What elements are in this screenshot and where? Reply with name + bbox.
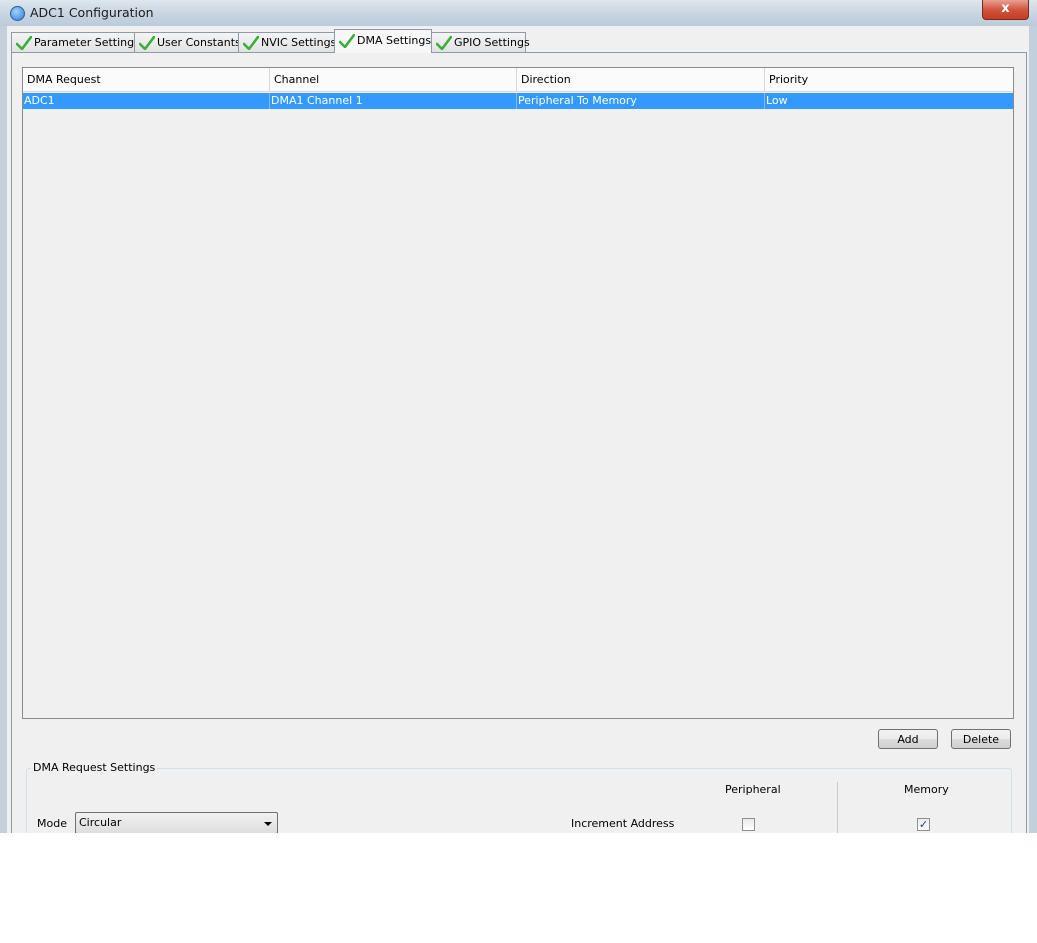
check-icon xyxy=(436,36,452,50)
window-title: ADC1 Configuration xyxy=(30,5,154,20)
tab-label: NVIC Settings xyxy=(261,36,337,49)
peripheral-increment-checkbox[interactable] xyxy=(742,818,755,831)
close-button[interactable]: x xyxy=(982,0,1029,20)
increment-address-label: Increment Address xyxy=(571,817,675,830)
tab-label: User Constants xyxy=(157,36,241,49)
add-button[interactable]: Add xyxy=(878,729,938,749)
mode-select[interactable]: Circular xyxy=(75,812,278,833)
tab-parameter-settings[interactable]: Parameter Settings xyxy=(11,32,140,52)
tab-label: GPIO Settings xyxy=(454,36,530,49)
peripheral-column-label: Peripheral xyxy=(725,783,781,796)
table-row[interactable]: ADC1 DMA1 Channel 1 Peripheral To Memory… xyxy=(23,93,1013,109)
app-icon xyxy=(10,6,25,21)
cell-channel: DMA1 Channel 1 xyxy=(270,93,517,109)
dma-request-table[interactable]: DMA Request Channel Direction Priority A… xyxy=(22,67,1014,719)
check-icon xyxy=(16,36,32,50)
table-header: DMA Request Channel Direction Priority xyxy=(23,68,1013,92)
tab-dma-settings[interactable]: DMA Settings xyxy=(334,29,432,53)
tab-nvic-settings[interactable]: NVIC Settings xyxy=(238,32,337,52)
tab-label: Parameter Settings xyxy=(34,36,140,49)
column-header-priority[interactable]: Priority xyxy=(765,68,1013,91)
window-frame-right xyxy=(1029,26,1037,833)
check-icon xyxy=(139,36,155,50)
column-header-direction[interactable]: Direction xyxy=(517,68,765,91)
cell-priority: Low xyxy=(766,94,788,107)
tab-user-constants[interactable]: User Constants xyxy=(134,32,241,52)
dma-request-settings-group: DMA Request Settings Peripheral Memory M… xyxy=(26,761,1012,833)
memory-column-label: Memory xyxy=(904,783,949,796)
group-title: DMA Request Settings xyxy=(31,761,158,774)
column-divider xyxy=(837,782,838,833)
dma-settings-panel: DMA Request Channel Direction Priority A… xyxy=(11,52,1027,833)
check-icon xyxy=(339,34,355,48)
memory-increment-checkbox[interactable]: ✓ xyxy=(917,818,930,831)
cell-dma-request: ADC1 xyxy=(23,93,270,109)
check-icon xyxy=(243,36,259,50)
mode-label: Mode xyxy=(37,817,67,830)
window-frame-left xyxy=(0,26,7,833)
column-header-channel[interactable]: Channel xyxy=(270,68,517,91)
dialog-content: Parameter Settings User Constants NVIC S… xyxy=(7,26,1029,833)
cell-direction: Peripheral To Memory xyxy=(517,93,765,109)
column-header-dma-request[interactable]: DMA Request xyxy=(23,68,270,91)
tab-gpio-settings[interactable]: GPIO Settings xyxy=(431,32,530,52)
chevron-down-icon xyxy=(264,822,272,826)
title-bar: ADC1 Configuration x xyxy=(0,0,1037,27)
tab-label: DMA Settings xyxy=(357,34,432,47)
delete-button[interactable]: Delete xyxy=(951,729,1011,749)
mode-select-value: Circular xyxy=(79,816,122,829)
adc1-configuration-dialog: ADC1 Configuration x Parameter Settings … xyxy=(0,0,1037,833)
